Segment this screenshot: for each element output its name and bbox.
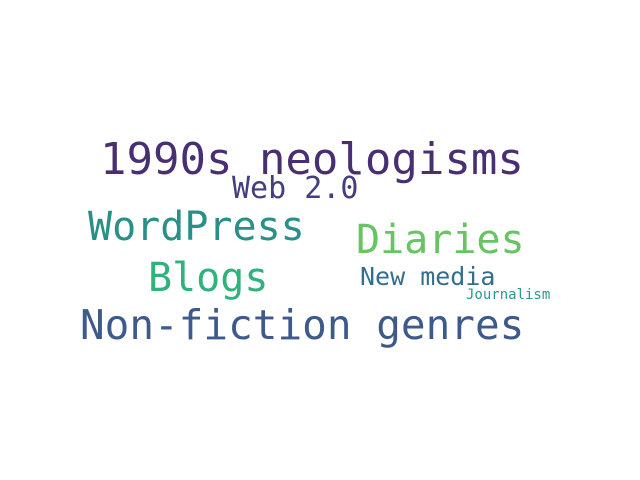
word-non-fiction-genres: Non-fiction genres bbox=[80, 301, 525, 349]
word-blogs: Blogs bbox=[148, 255, 269, 301]
word-journalism: Journalism bbox=[466, 287, 551, 303]
word-wordpress: WordPress bbox=[88, 204, 305, 250]
word-diaries: Diaries bbox=[356, 217, 525, 263]
word-cloud: 1990s neologisms Web 2.0 WordPress Diari… bbox=[0, 0, 640, 480]
word-new-media: New media bbox=[360, 262, 496, 291]
word-web-2-0: Web 2.0 bbox=[232, 171, 359, 206]
